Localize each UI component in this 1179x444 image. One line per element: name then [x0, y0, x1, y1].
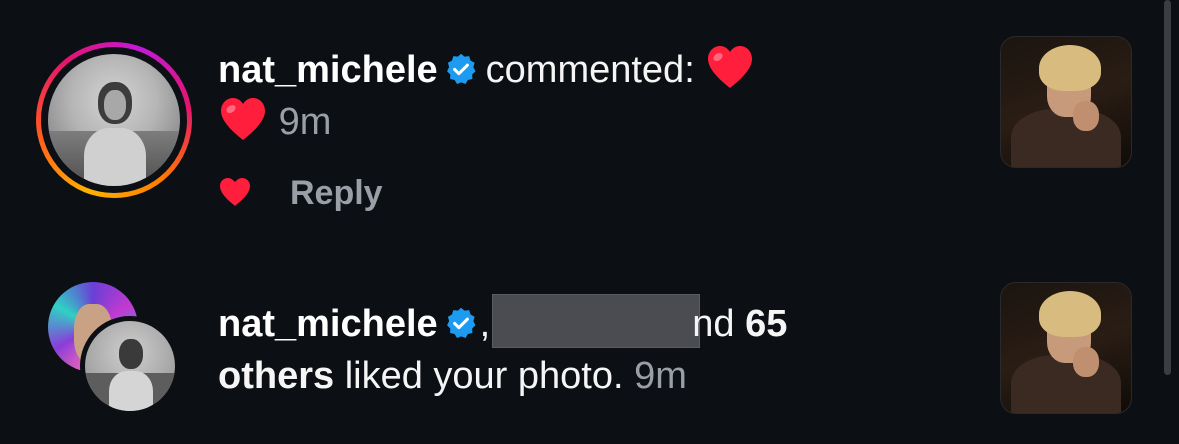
action-text: liked your photo.	[344, 355, 624, 397]
thumb-jacket	[1011, 109, 1121, 167]
thumb-hair	[1039, 45, 1101, 91]
post-thumbnail[interactable]	[1000, 282, 1132, 414]
scrollbar[interactable]	[1164, 0, 1171, 375]
thumb-hand	[1073, 101, 1099, 131]
avatar-body	[84, 128, 146, 186]
avatar	[48, 54, 180, 186]
heart-emoji-icon	[708, 46, 753, 88]
partial-text: nd	[692, 303, 735, 345]
notification-text: nat_michele, nd 65 others liked your phot…	[218, 294, 938, 402]
thumb-jacket	[1011, 355, 1121, 413]
username[interactable]: nat_michele	[218, 49, 438, 91]
redacted-block	[492, 294, 701, 348]
notification-likes[interactable]: nat_michele, nd 65 others liked your phot…	[0, 280, 1150, 430]
avatar-face	[104, 90, 126, 120]
thumb-hair	[1039, 291, 1101, 337]
post-thumbnail[interactable]	[1000, 36, 1132, 168]
avatar-group-front-body	[109, 371, 153, 411]
timestamp: 9m	[278, 101, 332, 143]
verified-badge-icon	[446, 307, 476, 338]
thumb-hand	[1073, 347, 1099, 377]
others-label[interactable]: others	[218, 355, 334, 397]
avatar-group-front[interactable]	[80, 316, 180, 416]
avatar-story-ring[interactable]	[36, 42, 192, 198]
separator: ,	[479, 303, 491, 345]
like-heart-icon[interactable]	[218, 176, 252, 208]
verified-badge-icon	[446, 53, 476, 84]
timestamp: 9m	[634, 355, 687, 397]
others-count[interactable]: 65	[745, 303, 787, 345]
action-text: commented:	[485, 49, 695, 91]
heart-emoji-icon-2	[221, 98, 265, 140]
reply-button[interactable]: Reply	[290, 174, 383, 212]
username[interactable]: nat_michele	[218, 303, 438, 345]
notification-text: nat_michele commented: 9m	[218, 44, 938, 148]
avatar-group-front-head	[119, 339, 143, 369]
notification-comment[interactable]: nat_michele commented: 9m Reply	[0, 26, 1150, 226]
avatar-group-front-photo	[85, 321, 175, 411]
